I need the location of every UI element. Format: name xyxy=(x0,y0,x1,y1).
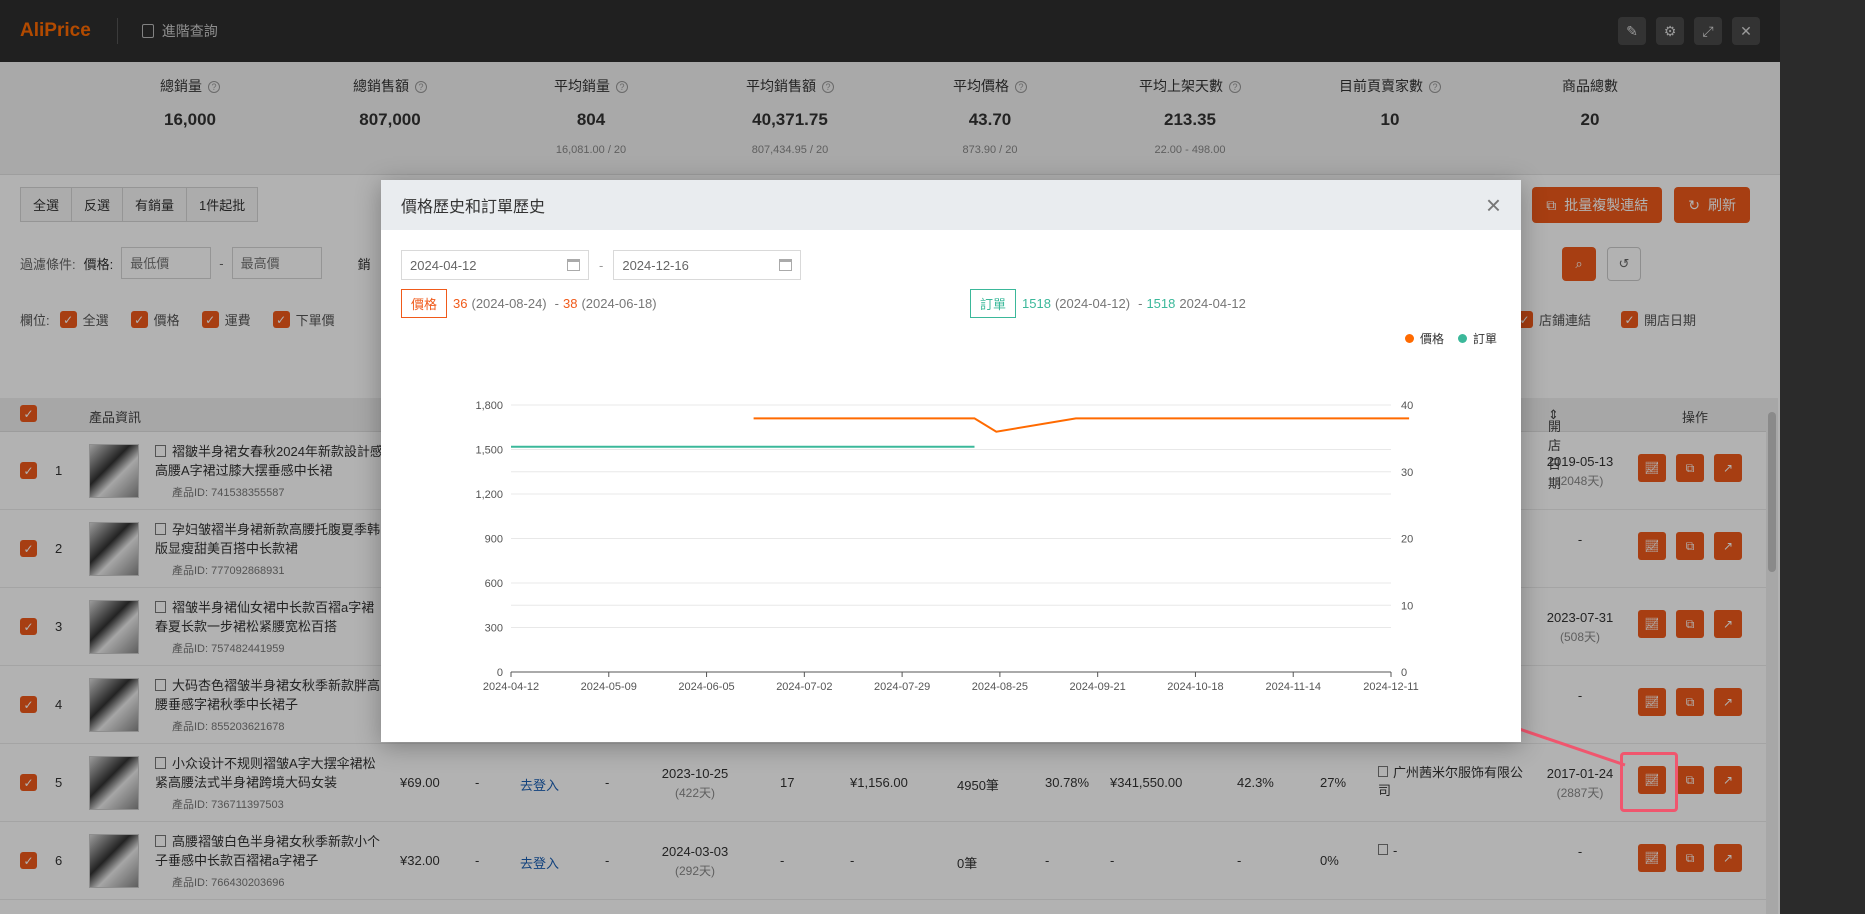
order-tag: 訂單 xyxy=(970,289,1017,318)
x-tick-label: 2024-12-11 xyxy=(1363,681,1418,693)
y-left-tick-label: 0 xyxy=(497,667,503,679)
x-tick-label: 2024-04-12 xyxy=(483,681,539,693)
series-line-price xyxy=(753,417,1410,433)
price-separator: - xyxy=(554,296,559,311)
y-left-tick-label: 1,800 xyxy=(475,400,503,412)
y-right-tick-label: 20 xyxy=(1401,534,1413,546)
price-min: 36 xyxy=(453,296,468,311)
x-tick-label: 2024-06-05 xyxy=(678,681,734,693)
order-min: 1518 xyxy=(1022,296,1051,311)
date-range: 2024-04-12 - 2024-12-16 xyxy=(401,250,802,280)
x-tick-label: 2024-05-09 xyxy=(581,681,637,693)
x-tick-label: 2024-10-18 xyxy=(1167,681,1223,693)
order-range-info: 訂單 1518 (2024-04-12) - 1518 2024-04-12 xyxy=(970,289,1250,318)
y-left-tick-label: 900 xyxy=(485,534,503,546)
price-max-date: (2024-06-18) xyxy=(581,296,657,311)
app-window: AliPrice 進階查詢 ✎ ⚙ ⤢ ✕ 總銷量? 16,000 總銷售額? … xyxy=(0,0,1780,914)
order-max: 1518 xyxy=(1146,296,1176,311)
x-tick-label: 2024-07-29 xyxy=(874,681,930,693)
date-to-input[interactable]: 2024-12-16 xyxy=(613,250,802,280)
y-right-tick-label: 40 xyxy=(1401,400,1413,412)
x-tick-label: 2024-07-02 xyxy=(776,681,832,693)
y-right-tick-label: 30 xyxy=(1401,467,1413,479)
price-range-info: 價格 36 (2024-08-24) - 38 (2024-06-18) xyxy=(401,289,661,318)
y-left-tick-label: 300 xyxy=(485,623,503,635)
history-chart: 0 300 600 900 1,200 1,500 1,800 0 10 20 30 40 2024-0… xyxy=(475,400,1418,693)
calendar-icon xyxy=(779,259,793,271)
modal-title: 價格歷史和訂單歷史 xyxy=(401,199,546,216)
calendar-icon xyxy=(567,259,580,271)
y-right-tick-label: 10 xyxy=(1401,600,1413,612)
price-tag: 價格 xyxy=(401,289,448,318)
close-icon[interactable]: × xyxy=(1486,192,1501,218)
y-left-tick-label: 600 xyxy=(485,578,503,590)
y-left-tick-label: 1,200 xyxy=(475,489,503,501)
date-from-input[interactable]: 2024-04-12 xyxy=(401,250,589,280)
x-tick-label: 2024-11-14 xyxy=(1265,681,1320,693)
y-right-tick-label: 0 xyxy=(1401,667,1407,679)
order-separator: - xyxy=(1138,296,1143,311)
x-tick-label: 2024-08-25 xyxy=(972,681,1028,693)
date-separator: - xyxy=(599,257,604,273)
price-min-date: (2024-08-24) xyxy=(471,296,547,311)
y-left-tick-label: 1,500 xyxy=(475,445,503,457)
order-min-date: (2024-04-12) xyxy=(1054,296,1131,311)
price-history-modal: 價格歷史和訂單歷史 × 2024-04-12 - 2024-12-16 價格 3… xyxy=(381,180,1521,742)
x-tick-label: 2024-09-21 xyxy=(1070,681,1126,693)
order-max-date: 2024-04-12 xyxy=(1179,296,1246,311)
price-max: 38 xyxy=(562,296,578,311)
